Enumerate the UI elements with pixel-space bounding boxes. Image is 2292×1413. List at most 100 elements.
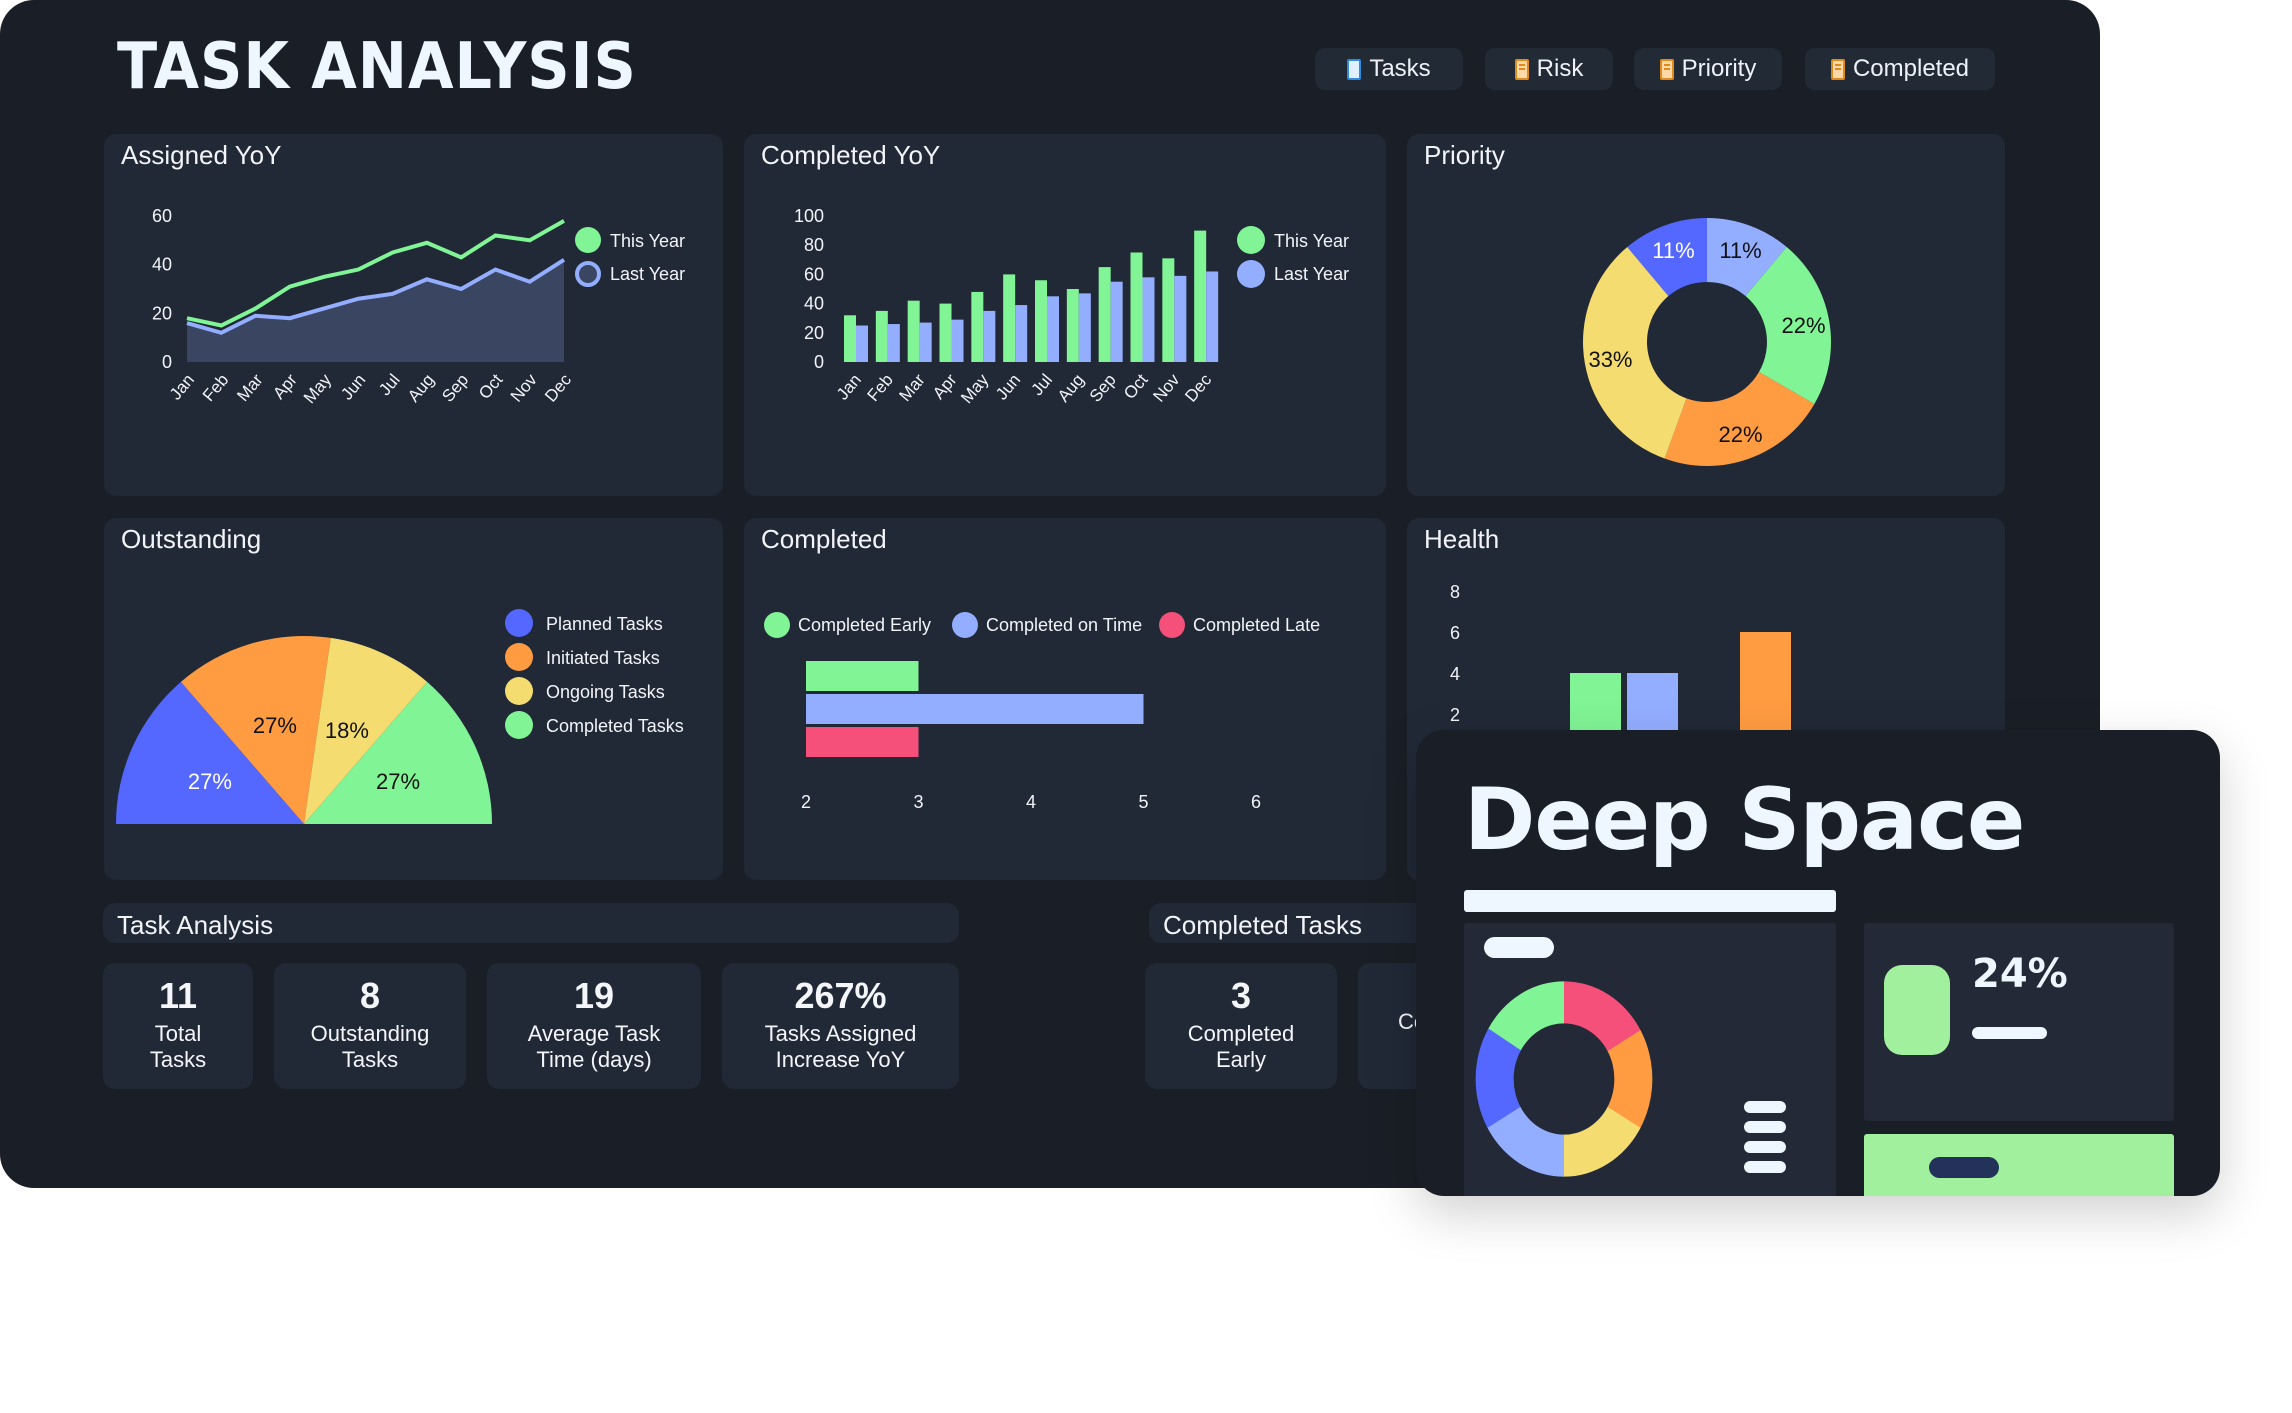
- bar-last-year: [1015, 305, 1028, 362]
- bar-this-year: [1194, 230, 1207, 362]
- bar: [806, 661, 919, 691]
- kpi-card-average-task-time: 19 Average Task Time (days): [487, 963, 701, 1089]
- x-tick-label: Feb: [199, 370, 232, 405]
- y-tick-label: 60: [152, 206, 172, 226]
- y-tick-label: 40: [804, 294, 824, 314]
- kpi-label: Tasks Assigned Increase YoY: [764, 1021, 917, 1072]
- kpi-label: Total Tasks: [149, 1021, 207, 1072]
- bar-last-year: [1142, 277, 1155, 362]
- y-tick-label: 100: [794, 206, 824, 226]
- nav-label: Risk: [1536, 55, 1584, 82]
- legend-label: Completed Late: [1193, 615, 1320, 635]
- green-block-icon: [1884, 965, 1950, 1055]
- bar: [806, 694, 1144, 724]
- bar-last-year: [983, 310, 996, 362]
- x-tick-label: Aug: [1054, 370, 1088, 405]
- ring-chart-tile: [1464, 923, 1836, 1196]
- legend-label: Last Year: [610, 264, 685, 284]
- deep-space-title: Deep Space: [1464, 770, 2025, 870]
- stat-value: 24%: [1972, 951, 2068, 997]
- legend-marker: [505, 609, 533, 637]
- x-tick-label: Feb: [864, 370, 897, 405]
- y-tick-label: 0: [162, 352, 172, 372]
- nav-button-risk[interactable]: Risk: [1485, 48, 1613, 90]
- title-underline: [1464, 890, 1836, 912]
- nav-button-tasks[interactable]: Tasks: [1315, 48, 1463, 90]
- kpi-value: 267%: [794, 975, 887, 1016]
- pill-placeholder: [1929, 1157, 1999, 1178]
- y-tick-label: 20: [804, 323, 824, 343]
- legend-label: Completed on Time: [986, 615, 1142, 635]
- page-title: TASK ANALYSIS: [117, 30, 637, 104]
- slice-label: 18%: [325, 718, 369, 743]
- legend-label: This Year: [610, 231, 685, 251]
- slice-label: 11%: [1652, 238, 1694, 263]
- bar-this-year: [939, 303, 952, 362]
- legend-label: Planned Tasks: [546, 614, 663, 634]
- priority-chart: 11% 22% 22% 33% 11%: [1583, 218, 1831, 466]
- nav-label: Tasks: [1369, 55, 1431, 82]
- kpi-value: 3: [1230, 975, 1252, 1016]
- deep-space-card: Deep Space 24%: [1416, 730, 2220, 1196]
- x-tick-label: Nov: [507, 370, 541, 406]
- section-title: Completed Tasks: [1163, 910, 1362, 940]
- legend-marker-this-year: [575, 227, 601, 253]
- x-tick-label: Jul: [1028, 370, 1057, 399]
- x-tick-label: Jul: [375, 370, 404, 399]
- legend-marker: [764, 612, 790, 638]
- outstanding-chart: 27% Planned Tasks 27% Initiated Tasks 18% Ong…: [116, 609, 684, 824]
- kpi-label: Completed Early: [1187, 1021, 1295, 1072]
- assigned-yoy-chart: 0 20 40 60 Jan Feb Mar Apr May Jun Jul Aug Sep Oct Nov…: [152, 206, 685, 407]
- x-tick-label: Jun: [337, 370, 369, 403]
- x-tick-label: Oct: [1120, 370, 1152, 403]
- bar-last-year: [1078, 293, 1091, 362]
- notebook-icon: [1830, 58, 1845, 80]
- slice-label: 27%: [376, 769, 420, 794]
- kpi-value: 19: [573, 975, 615, 1016]
- bar: [806, 727, 919, 757]
- bar-last-year: [1110, 281, 1123, 362]
- bar-this-year: [907, 300, 920, 362]
- legend-marker: [505, 711, 533, 739]
- bar-this-year: [1098, 267, 1111, 362]
- legend-marker: [505, 643, 533, 671]
- nav-button-completed[interactable]: Completed: [1805, 48, 1995, 90]
- task-analysis-section-header: Task Analysis: [103, 903, 959, 943]
- completed-panel: Completed Completed Early Completed on Ti…: [744, 518, 1386, 880]
- y-tick-label: 60: [804, 264, 824, 284]
- kpi-label: Average Task Time (days): [527, 1021, 661, 1072]
- y-tick-label: 0: [814, 352, 824, 372]
- legend-label: Completed Early: [798, 615, 931, 635]
- kpi-value: 8: [359, 975, 381, 1016]
- y-tick-label: 2: [1450, 705, 1460, 725]
- section-title: Task Analysis: [117, 910, 274, 940]
- stat-tile: 24%: [1864, 923, 2174, 1121]
- bar-last-year: [1047, 296, 1059, 362]
- bar-last-year: [1206, 271, 1219, 362]
- completed-yoy-chart: 0 20 40 60 80 100 JanFebMar AprMay Jun JulAugSep O…: [794, 206, 1349, 407]
- x-tick-label: Apr: [269, 370, 301, 403]
- legend-label: Completed Tasks: [546, 716, 684, 736]
- outstanding-panel: Outstanding 27% Planned Tasks 27% Initiated…: [104, 518, 723, 880]
- x-tick-label: Sep: [1086, 370, 1120, 405]
- nav-button-priority[interactable]: Priority: [1634, 48, 1782, 90]
- bar-last-year: [856, 325, 868, 362]
- notebook-icon: [1514, 58, 1529, 80]
- x-tick-label: 2: [801, 792, 811, 812]
- legend-marker: [952, 612, 978, 638]
- bar-last-year: [951, 319, 964, 362]
- bar-this-year: [844, 315, 856, 362]
- kpi-card-total-tasks: 11 Total Tasks: [103, 963, 253, 1089]
- x-tick-label: Mar: [233, 370, 267, 405]
- y-tick-label: 6: [1450, 623, 1460, 643]
- legend-marker: [1159, 612, 1185, 638]
- legend-marker: [505, 677, 533, 705]
- x-tick-label: Dec: [1181, 370, 1215, 406]
- x-tick-label: Jun: [992, 370, 1024, 403]
- x-tick-label: 3: [913, 792, 923, 812]
- green-action-tile[interactable]: [1864, 1134, 2174, 1196]
- x-tick-label: May: [300, 370, 336, 407]
- x-tick-label: 6: [1251, 792, 1261, 812]
- x-tick-label: Jan: [833, 370, 865, 403]
- x-tick-label: Mar: [895, 370, 929, 405]
